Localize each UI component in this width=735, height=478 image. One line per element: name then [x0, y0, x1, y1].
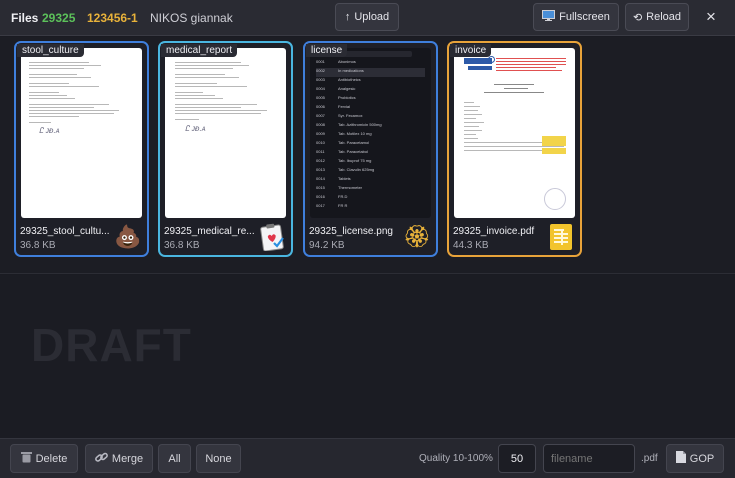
reload-button[interactable]: ⟲ Reload: [625, 3, 689, 31]
merge-label: Merge: [111, 452, 144, 465]
delete-label: Delete: [35, 452, 68, 465]
link-icon: [95, 451, 108, 467]
trash-icon: [20, 451, 32, 466]
upload-arrow-icon: ↑: [344, 11, 351, 23]
document-thumbnail[interactable]: [454, 48, 575, 218]
clipboard-heart-icon: [258, 223, 286, 252]
document-thumbnail[interactable]: Ꮭ ᴊᴆ.ᴀ: [165, 48, 286, 218]
quality-input[interactable]: [498, 444, 536, 473]
file-tag: license: [306, 44, 348, 57]
file-size: 36.8 KB: [164, 240, 200, 251]
image-thumbnail[interactable]: 0001 Abonimos 0002 In medications 0003 Anti…: [310, 48, 431, 218]
file-size: 36.8 KB: [20, 240, 56, 251]
file-card-license[interactable]: 0001 Abonimos 0002 In medications 0003 Anti…: [303, 41, 438, 257]
monitor-icon: [542, 10, 556, 24]
draft-area[interactable]: DRAFT: [0, 275, 735, 438]
document-thumbnail[interactable]: Ꮭ ᴊᴆ.ᴀ: [21, 48, 142, 218]
file-card-medical-report[interactable]: Ꮭ ᴊᴆ.ᴀ medical_report 29325_medical_re..…: [158, 41, 293, 257]
extension-label: .pdf: [641, 453, 658, 464]
gop-button[interactable]: GOP: [666, 444, 724, 473]
document-icon: [675, 451, 686, 466]
select-none-button[interactable]: None: [196, 444, 241, 473]
file-name: 29325_invoice.pdf: [453, 226, 535, 237]
file-size: 94.2 KB: [309, 240, 345, 251]
delete-button[interactable]: Delete: [10, 444, 78, 473]
draft-watermark: DRAFT: [31, 319, 192, 371]
upload-button[interactable]: ↑ Upload: [335, 3, 399, 31]
file-card-invoice[interactable]: invoice 29325_invoice.pdf 44.3 KB: [447, 41, 582, 257]
file-name: 29325_stool_cultu...: [20, 226, 110, 237]
header-title: Files: [11, 11, 39, 25]
file-size: 44.3 KB: [453, 240, 489, 251]
file-name: 29325_medical_re...: [164, 226, 255, 237]
patient-id: 29325: [42, 11, 76, 25]
fullscreen-button[interactable]: Fullscreen: [533, 3, 619, 31]
upload-label: Upload: [354, 11, 390, 23]
patient-code: 123456-1: [87, 11, 138, 25]
file-name: 29325_license.png: [309, 226, 393, 237]
invoice-document-icon: [547, 223, 575, 251]
filename-input[interactable]: [543, 444, 635, 473]
file-tag: medical_report: [161, 44, 238, 57]
gop-label: GOP: [689, 452, 715, 465]
file-tag: invoice: [450, 44, 492, 57]
reload-label: Reload: [646, 11, 682, 23]
close-icon[interactable]: ×: [703, 8, 719, 26]
file-tag: stool_culture: [17, 44, 84, 57]
file-card-stool-culture[interactable]: Ꮭ ᴊᴆ.ᴀ stool_culture 29325_stool_cultu..…: [14, 41, 149, 257]
select-all-button[interactable]: All: [158, 444, 191, 473]
patient-name: NIKOS giannak: [150, 11, 233, 25]
quality-label: Quality 10-100%: [419, 453, 493, 464]
rosette-icon: 🏵: [403, 224, 431, 249]
merge-button[interactable]: Merge: [85, 444, 153, 473]
footer-toolbar: Delete Merge All None Quality 10-100% .p…: [0, 438, 735, 478]
header-bar: Files 29325 123456-1 NIKOS giannak ↑ Upl…: [0, 0, 735, 36]
poop-icon: 💩: [114, 224, 142, 249]
file-grid: Ꮭ ᴊᴆ.ᴀ stool_culture 29325_stool_cultu..…: [0, 37, 735, 274]
reload-icon: ⟲: [632, 11, 643, 24]
fullscreen-label: Fullscreen: [559, 11, 610, 23]
